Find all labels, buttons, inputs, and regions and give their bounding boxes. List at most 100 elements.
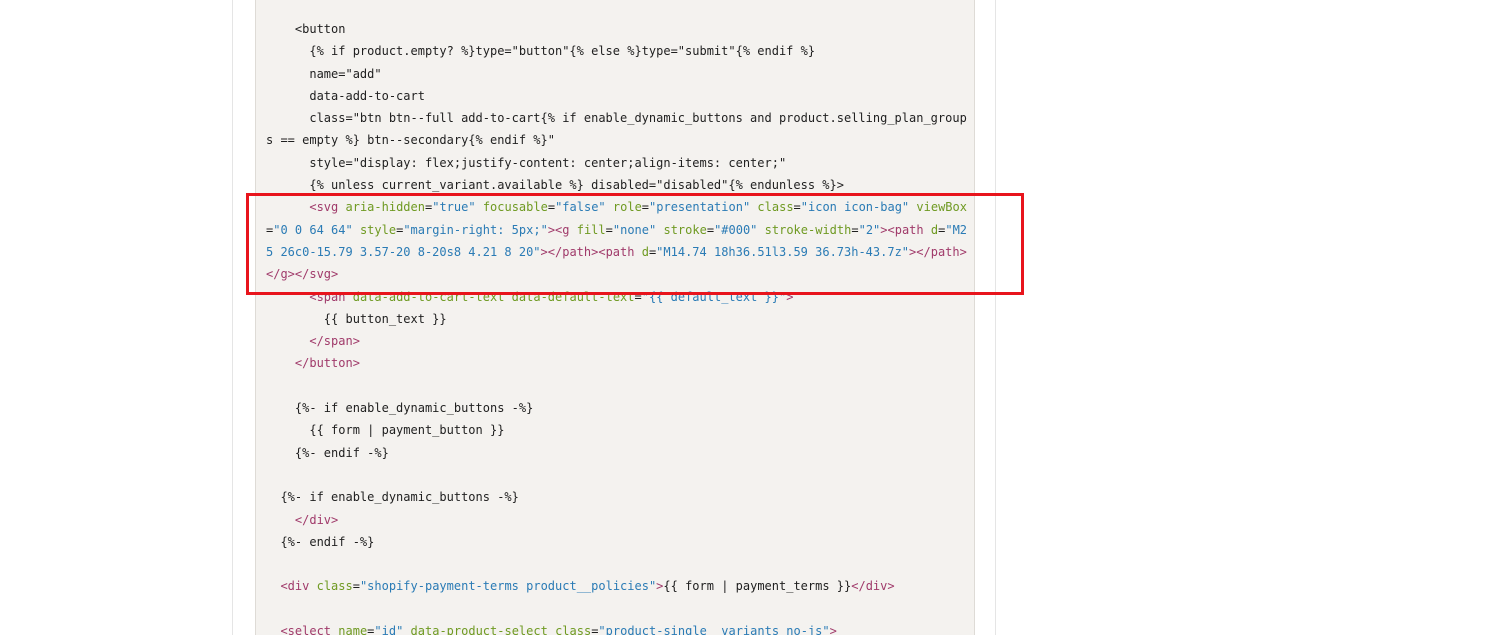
code-token-text: = [851,222,859,237]
code-token-tag: ><g [547,222,570,237]
code-line: {%- endif -%} [266,442,967,464]
code-line: </g></svg> [266,263,967,285]
code-token-text: s == empty %} btn--secondary{% endif %}" [266,133,555,148]
code-token-attr: role [612,200,642,215]
code-line: </div> [266,509,967,531]
code-token-attr: class [555,624,592,635]
code-token-tag: ></path> [909,244,967,259]
code-line: 5 26c0-15.79 3.57-20 8-20s8 4.21 8 20"><… [266,241,967,263]
code-token-text: {% if product.empty? %}type="button"{% e… [266,44,816,59]
code-line: ="0 0 64 64" style="margin-right: 5px;">… [266,219,967,241]
code-token-attr: name [338,624,368,635]
code-token-tag: </div> [851,579,895,594]
code-token-text: = [352,579,360,594]
code-token-val: "true" [432,200,476,215]
code-block: <button {% if product.empty? %}type="but… [255,0,975,635]
code-token-tag: <svg [309,200,339,215]
code-line: <span data-add-to-cart-text data-default… [266,286,967,308]
code-token-val: "M14.74 18h36.51l3.59 36.73h-43.7z" [656,244,910,259]
code-token-tag: > [786,289,794,304]
code-token-tag: </g></svg> [266,267,339,282]
code-token-attr: data-default-text [511,289,635,304]
code-token-tag: </button> [294,356,360,371]
code-line: <div class="shopify-payment-terms produc… [266,575,967,597]
code-token-text: {% unless current_variant.available %} d… [266,178,844,193]
code-token-attr: viewBox [916,200,967,215]
code-token-val: "2" [858,222,881,237]
code-line: s == empty %} btn--secondary{% endif %}" [266,129,967,151]
code-token-val: "shopify-payment-terms product__policies… [359,579,657,594]
code-line: name="add" [266,63,967,85]
code-token-text: {{ form | payment_button }} [266,423,505,438]
code-line: <svg aria-hidden="true" focusable="false… [266,196,967,218]
code-token-text: style="display: flex;justify-content: ce… [266,155,787,170]
code-token-attr: data-add-to-cart-text [352,289,505,304]
code-line: style="display: flex;justify-content: ce… [266,152,967,174]
code-token-val: "0 0 64 64" [273,222,353,237]
code-line: {{ form | payment_button }} [266,419,967,441]
code-token-val: "M2 [945,222,968,237]
code-line: data-add-to-cart [266,85,967,107]
code-token-attr: d [641,244,649,259]
code-token-val: 5 26c0-15.79 3.57-20 8-20s8 4.21 8 20" [266,244,541,259]
code-token-val: "{{ default_text }}" [641,289,787,304]
code-token-text: = [706,222,715,237]
code-token-text: <button [266,22,346,36]
code-token-attr: data-product-select [410,624,548,635]
code-token-text: {%- endif -%} [266,534,375,549]
code-token-attr: style [359,222,397,237]
code-token-val: "icon icon-bag" [800,200,910,215]
code-line: {% if product.empty? %}type="button"{% e… [266,40,967,62]
code-line: class="btn btn--full add-to-cart{% if en… [266,107,967,129]
code-token-text: {{ form | payment_terms }} [663,579,852,594]
code-token-text: = [605,222,613,237]
code-token-text: = [634,289,642,304]
code-line: </button> [266,352,967,374]
code-token-text: name="add" [266,66,382,81]
code-line: {{ button_text }} [266,308,967,330]
code-token-val: "presentation" [649,200,751,215]
code-token-tag: <div [280,579,310,594]
code-token-tag: </div> [294,512,339,527]
code-token-val: "#000" [714,222,758,237]
code-token-val: "none" [612,222,657,237]
code-line: <select name="id" data-product-select cl… [266,620,967,635]
code-line: {% unless current_variant.available %} d… [266,174,967,196]
code-token-val: "false" [555,200,606,215]
code-line: {%- if enable_dynamic_buttons -%} [266,397,967,419]
code-token-attr: class [316,579,353,594]
code-token-val: "product-single__variants no-js" [598,624,830,635]
code-token-attr: fill [576,222,606,237]
code-token-tag: <span [309,289,346,304]
code-line: <button [266,18,967,40]
code-token-tag: <select [280,624,332,635]
code-token-tag: ><path [880,222,924,237]
code-token-tag: > [829,624,837,635]
code-token-text: {{ button_text }} [266,311,447,326]
code-line: {%- if enable_dynamic_buttons -%} [266,486,967,508]
code-line: {%- endif -%} [266,531,967,553]
code-token-attr: class [757,200,794,215]
code-lines: <button {% if product.empty? %}type="but… [266,18,967,635]
code-token-tag: ></path><path [540,244,635,259]
